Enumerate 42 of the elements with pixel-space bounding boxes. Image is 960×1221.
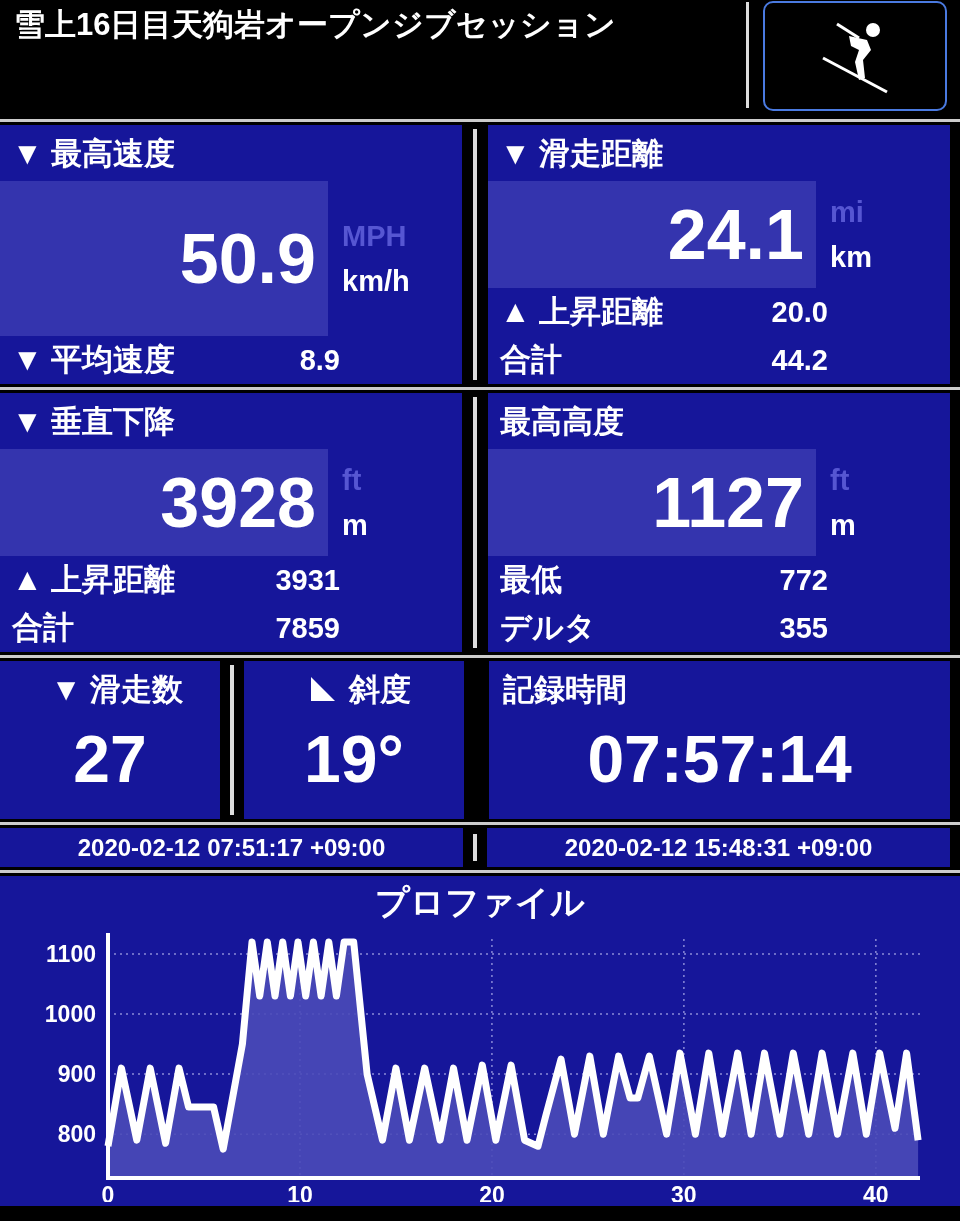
unit-label[interactable]: m [830, 508, 950, 542]
stat-label: ▼ 垂直下降 [11, 403, 176, 441]
stat-value: 19° [303, 721, 405, 797]
stat-value: 50.9 [179, 218, 316, 299]
y-tick-label: 1100 [46, 941, 96, 967]
stat-label: ▲ 上昇距離 [500, 293, 664, 331]
stat-label: ▼ 滑走距離 [499, 135, 664, 173]
ski-button[interactable] [763, 1, 947, 111]
stat-value: 8.9 [299, 343, 341, 377]
stat-label: 合計 [12, 609, 74, 647]
stat-label: ▼ 平均速度 [12, 341, 176, 379]
stat-value: 07:57:14 [586, 721, 853, 797]
stat-label: デルタ [500, 609, 596, 647]
y-tick-label: 800 [57, 1121, 96, 1148]
stat-label: 記録時間 [502, 671, 627, 709]
stat-label: ▼ 滑走数 [49, 671, 184, 709]
stat-label: ▲ 上昇距離 [12, 561, 176, 599]
timestamp: 2020-02-12 07:51:17 +09:00 [0, 828, 463, 867]
stat-value: 3931 [275, 563, 341, 597]
slope-icon [309, 675, 337, 703]
y-tick-label: 900 [57, 1061, 96, 1088]
y-tick-label: 1000 [44, 1001, 96, 1028]
stat-value: 27 [72, 721, 148, 797]
stat-label: 最高高度 [499, 403, 624, 441]
stat-label: 最低 [500, 561, 562, 599]
session-title: 雪上16日目天狗岩オープンジブセッション [13, 6, 618, 44]
unit-label[interactable]: km/h [342, 264, 462, 298]
unit-label[interactable]: km [830, 240, 950, 274]
stat-value: 3928 [160, 462, 316, 543]
stat-label: 斜度 [347, 671, 411, 709]
stat-value: 772 [779, 563, 829, 597]
chart-title: プロファイル [375, 883, 585, 921]
timestamp: 2020-02-12 15:48:31 +09:00 [487, 828, 950, 867]
stat-value: 7859 [275, 611, 341, 645]
stat-value: 20.0 [771, 295, 829, 329]
stat-value: 1127 [652, 462, 804, 543]
unit-label[interactable]: m [342, 508, 462, 542]
stat-value: 355 [779, 611, 829, 645]
stat-value: 44.2 [771, 343, 829, 377]
stat-value: 24.1 [667, 194, 804, 275]
stat-label: 合計 [500, 341, 562, 379]
stat-label: ▼ 最高速度 [11, 135, 176, 173]
